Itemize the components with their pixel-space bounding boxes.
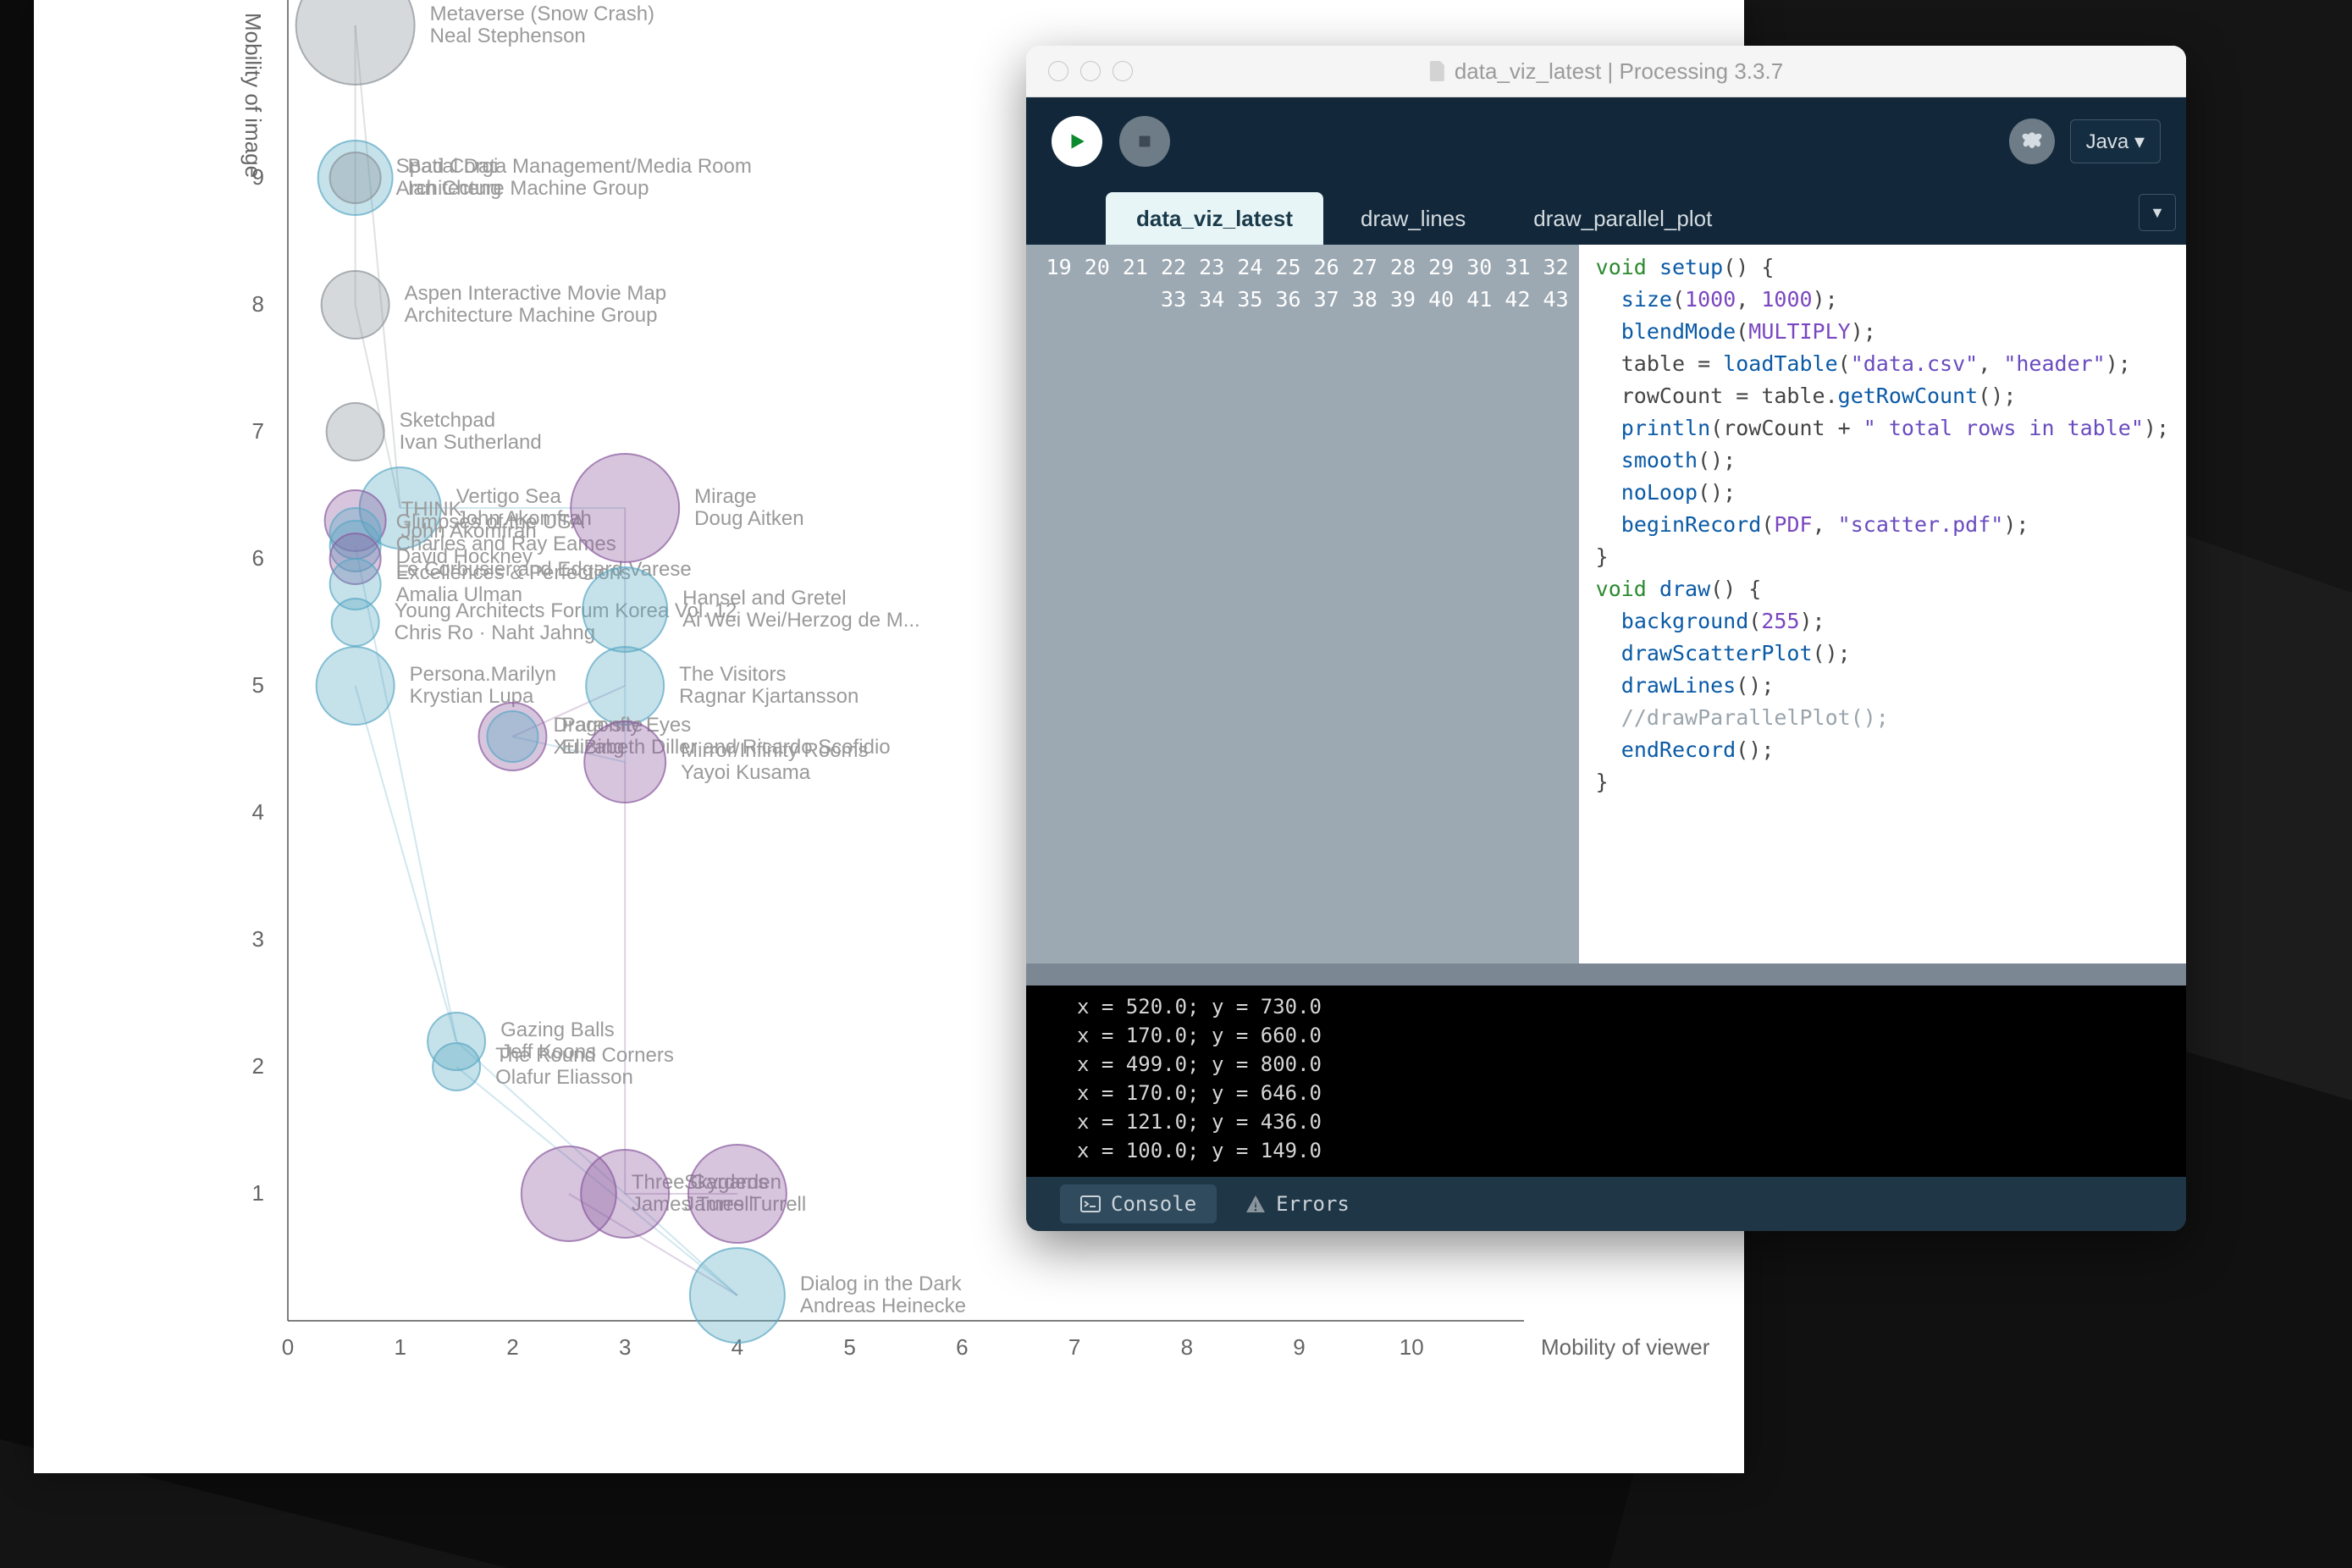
svg-text:Mobility of image: Mobility of image [240, 13, 266, 178]
console-resize-handle[interactable] [1026, 963, 2186, 986]
svg-text:Chris Ro · Naht Jahng: Chris Ro · Naht Jahng [395, 621, 595, 644]
svg-text:8: 8 [1181, 1334, 1193, 1360]
svg-text:Mobility of viewer: Mobility of viewer [1541, 1334, 1710, 1360]
svg-text:Architecture Machine Group: Architecture Machine Group [405, 304, 658, 327]
processing-ide-window: data_viz_latest | Processing 3.3.7 Java … [1026, 46, 2186, 1231]
zoom-icon[interactable] [1113, 61, 1133, 81]
sketch-tabs: data_viz_latestdraw_linesdraw_parallel_p… [1026, 185, 2186, 245]
svg-text:Neal Stephenson: Neal Stephenson [430, 25, 586, 47]
mode-selector[interactable]: Java ▾ [2070, 119, 2161, 163]
errors-tab[interactable]: Errors [1225, 1184, 1370, 1223]
code-editor[interactable]: 19 20 21 22 23 24 25 26 27 28 29 30 31 3… [1026, 245, 2186, 963]
svg-text:The Visitors: The Visitors [679, 663, 786, 686]
svg-text:Spatial Data Management/Media: Spatial Data Management/Media Room [396, 155, 752, 178]
svg-text:7: 7 [252, 418, 264, 444]
sketch-tab[interactable]: draw_parallel_plot [1503, 192, 1742, 245]
svg-text:Mirage: Mirage [694, 485, 756, 508]
code-area[interactable]: void setup() { size(1000, 1000); blendMo… [1579, 245, 2186, 963]
svg-text:Architecture Machine Group: Architecture Machine Group [396, 177, 649, 200]
sketch-tab[interactable]: draw_lines [1330, 192, 1496, 245]
butterfly-icon [2018, 128, 2046, 155]
svg-text:The Round Corners: The Round Corners [495, 1044, 674, 1067]
console-output[interactable]: x = 520.0; y = 730.0 x = 170.0; y = 660.… [1026, 986, 2186, 1177]
stop-button[interactable] [1119, 116, 1170, 167]
ide-toolbar: Java ▾ [1026, 97, 2186, 185]
svg-text:8: 8 [252, 291, 264, 317]
svg-text:Olafur Eliasson: Olafur Eliasson [495, 1066, 633, 1089]
svg-text:Aspen Interactive Movie Map: Aspen Interactive Movie Map [405, 282, 666, 305]
svg-text:2: 2 [252, 1053, 264, 1079]
svg-text:3: 3 [619, 1334, 631, 1360]
svg-text:Doug Aitken: Doug Aitken [694, 507, 803, 530]
svg-text:5: 5 [843, 1334, 855, 1360]
minimize-icon[interactable] [1080, 61, 1101, 81]
svg-text:Vertigo Sea: Vertigo Sea [456, 485, 562, 508]
line-gutter: 19 20 21 22 23 24 25 26 27 28 29 30 31 3… [1026, 245, 1579, 963]
svg-text:6: 6 [956, 1334, 968, 1360]
svg-text:7: 7 [1068, 1334, 1080, 1360]
svg-text:4: 4 [252, 799, 264, 825]
window-titlebar[interactable]: data_viz_latest | Processing 3.3.7 [1026, 46, 2186, 97]
svg-text:9: 9 [1293, 1334, 1305, 1360]
svg-text:Glimpses of the USA: Glimpses of the USA [396, 511, 585, 533]
window-controls[interactable] [1048, 61, 1133, 81]
svg-text:Metaverse (Snow Crash): Metaverse (Snow Crash) [430, 3, 654, 25]
warning-icon [1245, 1195, 1266, 1213]
run-button[interactable] [1052, 116, 1102, 167]
sketch-tab[interactable]: data_viz_latest [1106, 192, 1323, 245]
svg-text:Mirror/Infinity Rooms: Mirror/Infinity Rooms [681, 739, 868, 762]
tab-overflow-button[interactable]: ▼ [2139, 194, 2176, 231]
svg-text:3: 3 [252, 926, 264, 952]
svg-text:10: 10 [1400, 1334, 1424, 1360]
close-icon[interactable] [1048, 61, 1068, 81]
svg-text:Ai Wei Wei/Herzog de M...: Ai Wei Wei/Herzog de M... [682, 609, 920, 632]
svg-text:Sketchpad: Sketchpad [400, 409, 495, 432]
svg-text:Andreas Heinecke: Andreas Heinecke [800, 1295, 966, 1317]
svg-text:Persona.Marilyn: Persona.Marilyn [410, 663, 556, 686]
svg-text:1: 1 [394, 1334, 406, 1360]
svg-text:0: 0 [282, 1334, 294, 1360]
svg-text:Hansel and Gretel: Hansel and Gretel [682, 587, 846, 610]
play-icon [1066, 130, 1088, 152]
console-tab[interactable]: Console [1060, 1184, 1217, 1223]
svg-text:Yayoi Kusama: Yayoi Kusama [681, 761, 811, 784]
window-title: data_viz_latest | Processing 3.3.7 [1429, 58, 1783, 85]
svg-text:Gazing Balls: Gazing Balls [500, 1019, 615, 1041]
svg-text:Ivan Sutherland: Ivan Sutherland [400, 431, 542, 454]
svg-text:Dialog in the Dark: Dialog in the Dark [800, 1273, 963, 1295]
svg-text:1: 1 [252, 1180, 264, 1206]
console-tabs: Console Errors [1026, 1177, 2186, 1231]
console-panel: x = 520.0; y = 730.0 x = 170.0; y = 660.… [1026, 963, 2186, 1231]
svg-text:6: 6 [252, 545, 264, 571]
sketch-file-icon [1429, 61, 1446, 81]
console-icon [1080, 1195, 1101, 1212]
stop-icon [1135, 132, 1154, 151]
svg-text:5: 5 [252, 672, 264, 698]
svg-text:2: 2 [506, 1334, 518, 1360]
debug-button[interactable] [2009, 119, 2055, 164]
svg-text:Ragnar Kjartansson: Ragnar Kjartansson [679, 685, 859, 708]
